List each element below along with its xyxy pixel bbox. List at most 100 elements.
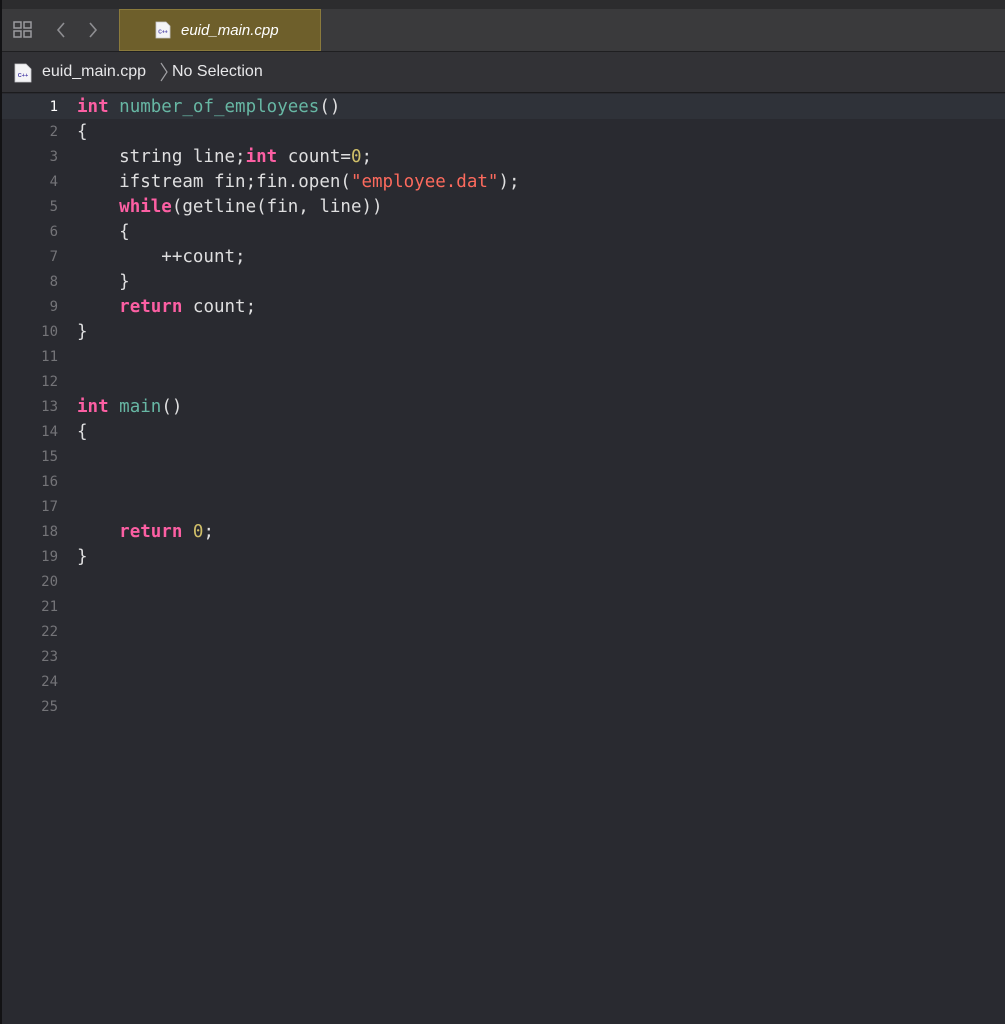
related-items-grid-icon[interactable] — [12, 19, 34, 41]
code-line[interactable]: ++count; — [77, 245, 977, 270]
code-token: int — [245, 147, 278, 167]
code-line[interactable] — [77, 695, 977, 720]
breadcrumb-file[interactable]: euid_main.cpp — [42, 63, 146, 81]
line-number: 20 — [41, 574, 58, 590]
line-number: 22 — [41, 624, 58, 640]
code-token: () — [319, 97, 341, 117]
line-number-gutter: 1 2 3 4 5 6 7 8 9 10 11 12 13 14 15 16 17 18 19 20 21 22 23 24 2… — [2, 95, 58, 720]
code-token: { — [77, 222, 130, 242]
tab-label: euid_main.cpp — [181, 22, 279, 39]
code-line[interactable]: { — [77, 420, 977, 445]
code-line[interactable] — [77, 445, 977, 470]
code-token: } — [77, 547, 88, 567]
code-line[interactable]: while(getline(fin, line)) — [77, 195, 977, 220]
line-number: 16 — [41, 474, 58, 490]
code-token: main — [119, 397, 162, 417]
code-line[interactable] — [77, 370, 977, 395]
breadcrumb-selection[interactable]: No Selection — [172, 63, 263, 81]
code-line[interactable]: } — [77, 320, 977, 345]
code-token: count= — [277, 147, 351, 167]
line-number: 5 — [49, 199, 58, 215]
line-number: 3 — [49, 149, 58, 165]
code-token: ifstream fin;fin.open( — [77, 172, 351, 192]
cpp-file-icon-label: C++ — [158, 30, 168, 36]
chevron-right-icon[interactable] — [82, 19, 104, 41]
line-number: 2 — [49, 124, 58, 140]
line-number: 21 — [41, 599, 58, 615]
code-token: () — [161, 397, 183, 417]
tab-euid-main-cpp[interactable]: C++ euid_main.cpp — [119, 9, 321, 51]
line-number: 18 — [41, 524, 58, 540]
code-token: int — [77, 397, 109, 417]
line-number: 10 — [41, 324, 58, 340]
code-token: ; — [361, 147, 373, 167]
code-line[interactable]: } — [77, 545, 977, 570]
code-line[interactable] — [77, 595, 977, 620]
code-token: } — [77, 322, 88, 342]
code-token: (getline(fin, line)) — [171, 197, 383, 217]
code-token: ); — [498, 172, 520, 192]
line-number: 11 — [41, 349, 58, 365]
breadcrumb-chevron-icon — [159, 61, 169, 88]
code-line[interactable]: return count; — [77, 295, 977, 320]
code-line[interactable]: { — [77, 120, 977, 145]
jump-bar: C++ euid_main.cpp No Selection — [2, 52, 1005, 93]
code-editor[interactable]: 1 2 3 4 5 6 7 8 9 10 11 12 13 14 15 16 17 18 19 20 21 22 23 24 2… — [2, 93, 1005, 1024]
line-number: 1 — [49, 99, 58, 115]
cpp-file-icon[interactable]: C++ — [14, 63, 32, 88]
line-number: 8 — [49, 274, 58, 290]
chevron-left-icon[interactable] — [50, 19, 72, 41]
line-number: 6 — [49, 224, 58, 240]
code-token: number_of_employees — [119, 97, 320, 117]
tab-bar: C++ euid_main.cpp — [2, 0, 1005, 52]
code-line[interactable]: return 0; — [77, 520, 977, 545]
code-token: 0 — [192, 522, 204, 542]
code-line[interactable]: ifstream fin;fin.open("employee.dat"); — [77, 170, 977, 195]
code-line[interactable]: int number_of_employees() — [77, 95, 977, 120]
line-number: 7 — [49, 249, 58, 265]
code-token: { — [77, 122, 88, 142]
line-number: 15 — [41, 449, 58, 465]
code-token: ; — [203, 522, 215, 542]
code-line[interactable]: } — [77, 270, 977, 295]
code-token: "employee.dat" — [350, 172, 499, 192]
code-line[interactable] — [77, 470, 977, 495]
line-number: 17 — [41, 499, 58, 515]
cpp-file-icon-label: C++ — [18, 73, 28, 79]
code-token: return — [119, 297, 183, 317]
code-line[interactable]: string line;int count=0; — [77, 145, 977, 170]
code-token: return — [119, 522, 183, 542]
code-line[interactable] — [77, 345, 977, 370]
code-line[interactable]: int main() — [77, 395, 977, 420]
line-number: 25 — [41, 699, 58, 715]
code-line[interactable] — [77, 670, 977, 695]
line-number: 9 — [49, 299, 58, 315]
code-token: { — [77, 422, 88, 442]
code-token: int — [77, 97, 109, 117]
code-line[interactable] — [77, 620, 977, 645]
line-number: 19 — [41, 549, 58, 565]
code-line[interactable]: { — [77, 220, 977, 245]
code-line[interactable] — [77, 645, 977, 670]
code-token: ++count; — [77, 247, 246, 267]
xcode-editor-window: C++ euid_main.cpp C++ euid_main.cpp No S… — [0, 0, 1005, 1024]
code-line[interactable] — [77, 495, 977, 520]
code-token: count; — [182, 297, 257, 317]
source-code[interactable]: int number_of_employees(){ string line;i… — [77, 95, 977, 720]
code-token: 0 — [350, 147, 362, 167]
line-number: 12 — [41, 374, 58, 390]
line-number: 14 — [41, 424, 58, 440]
cpp-file-icon: C++ — [155, 21, 171, 44]
code-line[interactable] — [77, 570, 977, 595]
code-token: while — [119, 197, 172, 217]
line-number: 24 — [41, 674, 58, 690]
code-token: } — [77, 272, 130, 292]
line-number: 13 — [41, 399, 58, 415]
code-token: string line; — [77, 147, 246, 167]
